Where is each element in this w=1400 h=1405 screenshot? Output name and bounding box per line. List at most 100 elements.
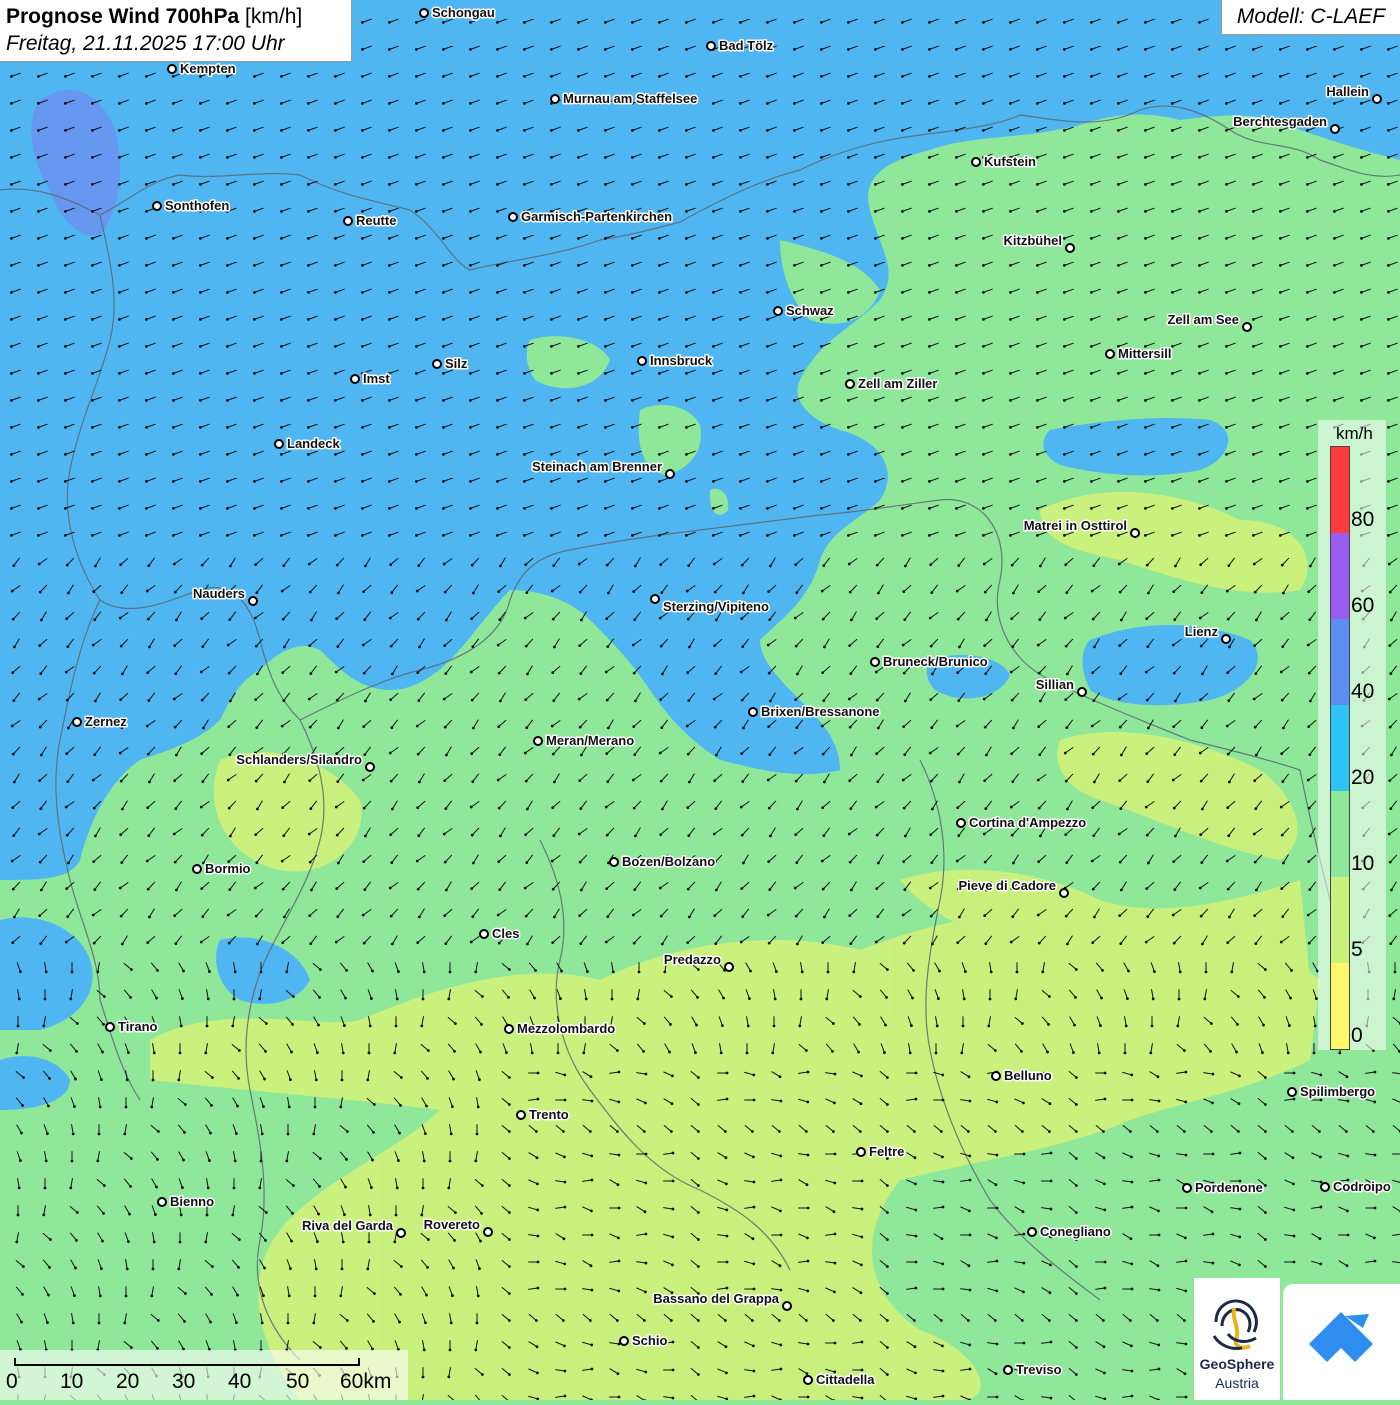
wind-arrow-head [361,345,364,348]
wind-arrow-head [1333,372,1336,375]
wind-arrow-head [1063,264,1066,267]
wind-arrow-head [1075,1103,1078,1106]
wind-arrow-head [318,1185,321,1188]
wind-arrow-head [982,480,985,483]
wind-arrow-head [336,645,339,648]
wind-arrow-head [739,399,742,402]
wind-arrow-head [253,264,256,267]
wind-arrow-head [847,453,850,456]
wind-arrow-head [388,21,391,24]
wind-arrow-head [129,1185,132,1188]
wind-arrow-head [876,564,879,567]
wind-arrow-head [1306,507,1309,510]
wind-arrow-head [1049,1291,1052,1294]
wind-arrow-head [1023,1262,1026,1265]
wind-arrow-head [67,862,70,865]
wind-arrow-head [442,399,445,402]
wind-arrow-head [416,725,419,728]
wind-arrow-head [426,1266,429,1269]
wind-arrow-head [64,372,67,375]
wind-arrow-head [361,480,364,483]
wind-arrow-head [1346,1155,1349,1158]
wind-arrow-head [1171,183,1174,186]
wind-arrow-head [577,480,580,483]
wind-arrow-head [661,943,664,946]
wind-arrow-head [617,1290,620,1293]
wind-arrow-head [1235,1051,1238,1054]
wind-arrow-head [929,698,932,701]
wind-map[interactable]: SchongauBad TölzKemptenHalleinMurnau am … [0,0,1400,1400]
wind-arrow-head [585,997,588,1000]
wind-arrow-head [1009,48,1012,51]
wind-arrow-head [687,618,690,621]
wind-arrow-head [200,941,203,944]
wind-arrow-head [390,861,393,864]
wind-arrow-head [508,1265,511,1268]
wind-arrow-head [740,617,743,620]
wind-arrow-head [605,671,608,674]
wind-arrow-head [67,592,70,595]
wind-arrow-head [308,779,311,782]
wind-arrow-head [308,914,311,917]
wind-arrow-head [1279,426,1282,429]
wind-arrow-head [281,860,284,863]
wind-arrow-head [13,646,16,649]
wind-arrow-head [469,453,472,456]
wind-arrow-head [1066,808,1069,811]
wind-arrow-head [319,1157,322,1160]
wind-arrow-head [860,1263,863,1266]
wind-arrow-head [658,480,661,483]
wind-arrow-head [42,1024,45,1027]
wind-arrow-head [631,21,634,24]
wind-arrow-head [1009,426,1012,429]
wind-arrow-head [1279,399,1282,402]
wind-arrow-head [523,372,526,375]
wind-arrow-head [793,426,796,429]
wind-arrow-head [361,534,364,537]
wind-arrow-head [497,725,500,728]
wind-arrow-head [990,970,993,973]
wind-arrow-head [631,372,634,375]
wind-arrow-head [820,237,823,240]
wind-arrow-head [671,1263,674,1266]
wind-arrow-head [253,102,256,105]
wind-arrow-head [361,453,364,456]
wind-arrow-head [102,1023,105,1026]
wind-arrow-head [1011,915,1014,918]
wind-arrow-head [91,264,94,267]
wind-arrow-head [201,915,204,918]
wind-arrow-head [1280,671,1283,674]
wind-arrow-head [508,1238,511,1241]
wind-arrow-head [793,318,796,321]
wind-arrow-head [336,564,339,567]
wind-arrow-head [469,507,472,510]
wind-arrow-head [496,264,499,267]
wind-arrow-head [984,591,987,594]
wind-arrow-head [1226,806,1229,809]
wind-arrow-head [146,671,149,674]
wind-arrow-head [1238,1102,1241,1105]
wind-arrow-head [685,345,688,348]
wind-arrow-head [633,888,636,891]
wind-arrow-head [1281,564,1284,567]
wind-arrow-head [903,942,906,945]
wind-arrow-head [1360,345,1363,348]
wind-arrow-head [390,645,393,648]
wind-arrow-head [118,399,121,402]
wind-arrow-head [955,129,958,132]
wind-arrow-head [309,861,312,864]
wind-arrow-head [1279,507,1282,510]
wind-arrow-head [496,48,499,51]
wind-arrow-head [253,210,256,213]
wind-arrow-head [886,1184,889,1187]
wind-arrow-head [822,618,825,621]
wind-arrow-head [96,970,99,973]
wind-arrow-head [229,835,232,838]
wind-arrow-head [496,507,499,510]
wind-arrow-head [91,237,94,240]
wind-arrow-head [177,1078,180,1081]
wind-arrow-head [100,1078,103,1081]
wind-arrow-head [1171,156,1174,159]
wind-arrow-head [806,1290,809,1293]
wind-arrow-head [1036,48,1039,51]
